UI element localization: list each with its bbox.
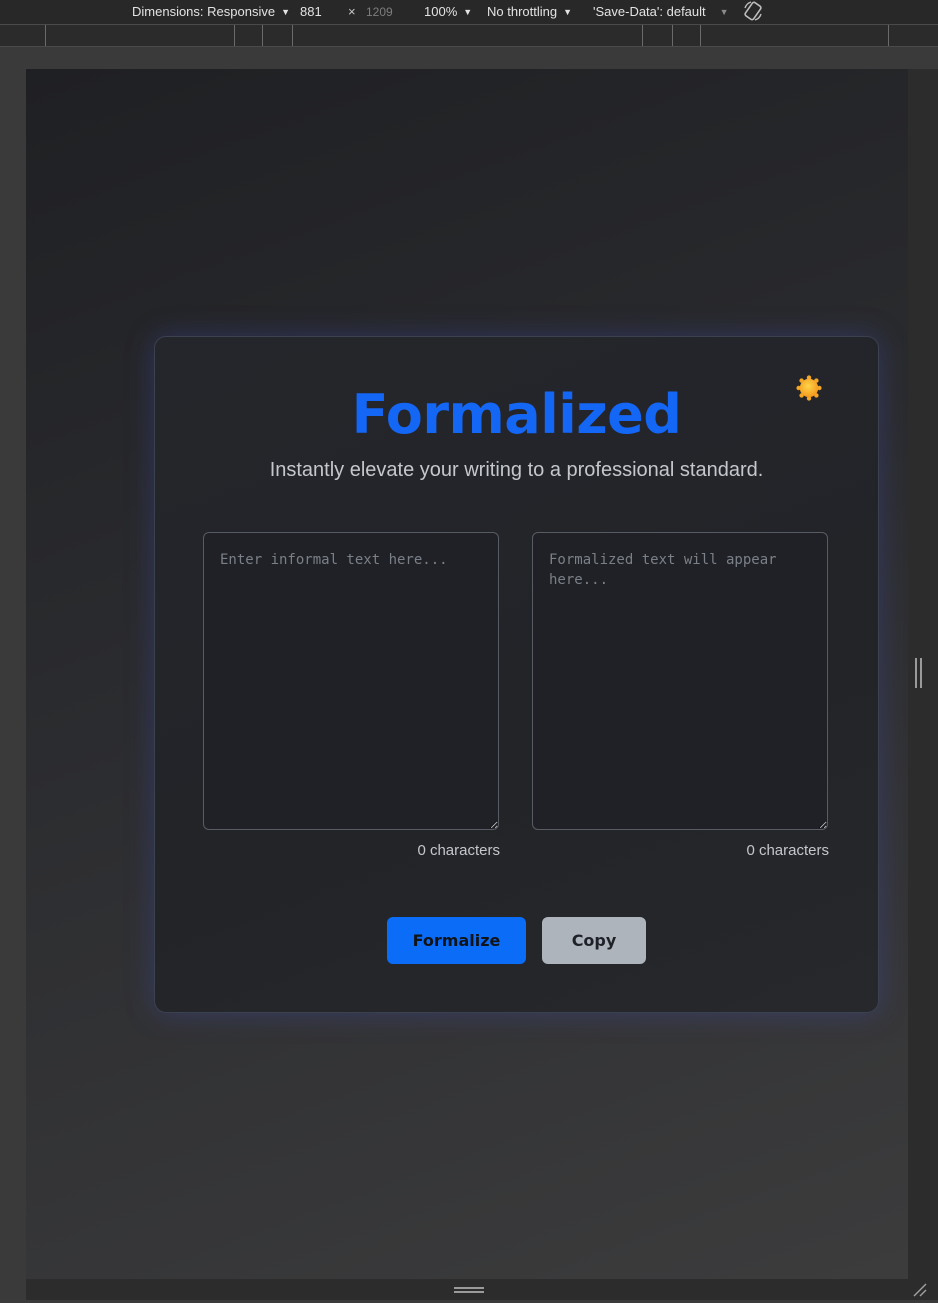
viewport-gutter	[26, 47, 938, 69]
ruler-tick	[234, 25, 235, 46]
output-character-count: 0 characters	[746, 842, 829, 859]
formalizer-card: Formalized Instantly elevate your writin…	[154, 336, 879, 1013]
ruler-tick	[45, 25, 46, 46]
throttling-label: No throttling	[487, 4, 558, 19]
save-data-label: 'Save-Data': default	[593, 4, 706, 19]
informal-text-input[interactable]	[203, 532, 499, 830]
app-title: Formalized	[351, 383, 682, 446]
ruler-tick	[262, 25, 263, 46]
ruler-tick	[672, 25, 673, 46]
page-viewport: Formalized Instantly elevate your writin…	[26, 69, 908, 1279]
formalize-button[interactable]: Formalize	[387, 917, 526, 964]
input-character-count: 0 characters	[417, 842, 500, 859]
zoom-dropdown[interactable]: 100% ▼	[424, 4, 472, 19]
bottom-resize-handle[interactable]	[454, 1287, 484, 1294]
chevron-down-icon: ▼	[719, 7, 729, 17]
dimensions-label: Dimensions: Responsive	[132, 4, 276, 19]
formalized-text-output[interactable]	[532, 532, 828, 830]
ruler-tick	[642, 25, 643, 46]
media-query-ruler[interactable]	[0, 25, 938, 47]
app-subtitle: Instantly elevate your writing to a prof…	[269, 459, 764, 481]
height-input[interactable]: 1209	[366, 5, 393, 19]
dimensions-dropdown[interactable]: Dimensions: Responsive ▼	[132, 4, 290, 19]
dimensions-times-sign: ×	[348, 4, 356, 19]
devtools-device-toolbar: Dimensions: Responsive ▼ 881 × 1209 100% ▼…	[0, 0, 938, 24]
throttling-dropdown[interactable]: No throttling ▼	[487, 4, 572, 19]
chevron-down-icon: ▼	[463, 7, 473, 17]
ruler-tick	[888, 25, 889, 46]
zoom-label: 100%	[424, 4, 458, 19]
viewport-gutter	[0, 47, 26, 1300]
copy-button[interactable]: Copy	[542, 917, 646, 964]
ruler-tick	[292, 25, 293, 46]
right-resize-rail	[908, 69, 938, 1279]
ruler-tick	[700, 25, 701, 46]
chevron-down-icon: ▼	[281, 7, 290, 17]
right-resize-handle[interactable]	[915, 658, 923, 688]
width-input[interactable]: 881	[300, 4, 322, 19]
chevron-down-icon: ▼	[563, 7, 573, 17]
corner-resize-icon[interactable]	[912, 1282, 928, 1298]
save-data-dropdown[interactable]: 'Save-Data': default ▼	[593, 4, 729, 19]
rotate-device-icon[interactable]	[742, 0, 764, 25]
